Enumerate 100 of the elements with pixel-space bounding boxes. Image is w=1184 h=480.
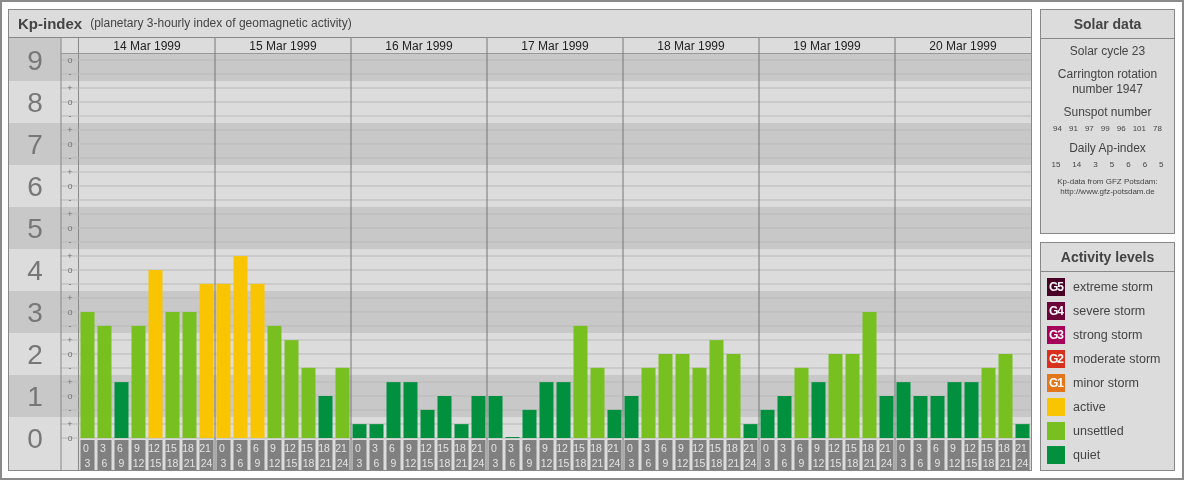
time-slot-label: 12 15 (692, 439, 707, 470)
time-slot-label: 21 24 (1015, 439, 1030, 470)
level-label: active (1073, 400, 1106, 414)
time-slot-label: 15 18 (981, 439, 996, 470)
sublevel-label: - (68, 110, 72, 121)
solar-cycle: Solar cycle 23 (1069, 44, 1146, 59)
time-slot-label: 0 3 (624, 439, 639, 470)
level-swatch: G4 (1047, 302, 1065, 320)
x-tick-label: 6 9 (253, 441, 261, 469)
time-slot-label: 12 15 (420, 439, 435, 470)
sublevel-label: + (67, 82, 73, 93)
sublevel-label: - (68, 152, 72, 163)
sublevel-label: o (67, 306, 73, 317)
ap-value: 6 (1142, 160, 1148, 169)
time-slot-label: 0 3 (216, 439, 231, 470)
sublevel-label: o (67, 96, 73, 107)
sublevel-label: - (68, 278, 72, 289)
time-slot-label: 0 3 (896, 439, 911, 470)
sublevel-label: + (67, 124, 73, 135)
sublevel-label: - (68, 404, 72, 415)
time-slot-label: 18 21 (590, 439, 605, 470)
x-tick-label: 0 3 (491, 441, 499, 469)
time-slot-label: 21 24 (743, 439, 758, 470)
time-slot-label: 9 12 (539, 439, 554, 470)
panel-heading: Activity levels (1041, 243, 1174, 272)
time-slot-label: 6 9 (794, 439, 809, 470)
credit-text: http://www.gfz-potsdam.de (1059, 187, 1156, 197)
credit-text: Kp-data from GFZ Potsdam: (1057, 177, 1158, 187)
sunspot-value: 78 (1153, 124, 1162, 133)
x-tick-label: 3 6 (644, 441, 652, 469)
date-label: 19 Mar 1999 (793, 38, 861, 53)
level-swatch: G3 (1047, 326, 1065, 344)
sublevel-label: o (67, 222, 73, 233)
sublevel-label: o (67, 432, 73, 443)
sunspot-value: 101 (1132, 124, 1146, 133)
time-slot-label: 21 24 (879, 439, 894, 470)
time-slot-label: 3 6 (641, 439, 656, 470)
time-slot-label: 6 9 (658, 439, 673, 470)
time-slot-label: 3 6 (233, 439, 248, 470)
sublevel-label: + (67, 334, 73, 345)
kp-level-label: 0 (27, 422, 43, 454)
sublevel-label: + (67, 292, 73, 303)
sublevel-label: o (67, 180, 73, 191)
time-slot-label: 21 24 (607, 439, 622, 470)
time-slot-label: 15 18 (301, 439, 316, 470)
sunspot-value: 99 (1100, 124, 1110, 133)
kp-level-label: 2 (27, 338, 43, 370)
level-label: moderate storm (1073, 352, 1161, 366)
date-label: 17 Mar 1999 (521, 38, 589, 53)
ap-heading: Daily Ap-index (1069, 141, 1146, 156)
time-slot-label: 18 21 (318, 439, 333, 470)
time-slot-label: 18 21 (454, 439, 469, 470)
panel-heading: Solar data (1041, 10, 1174, 39)
date-label: 20 Mar 1999 (929, 38, 997, 53)
sublevel-label: - (68, 68, 72, 79)
date-label: 14 Mar 1999 (113, 38, 181, 53)
time-slot-label: 9 12 (811, 439, 826, 470)
time-slot-label: 9 12 (947, 439, 962, 470)
level-swatch: G2 (1047, 350, 1065, 368)
kp-level-label: 5 (27, 212, 43, 244)
level-swatch: G1 (1047, 374, 1065, 392)
panel-title: Kp-index (18, 14, 83, 32)
time-slot-label: 18 21 (726, 439, 741, 470)
kp-level-label: 3 (27, 296, 43, 328)
time-slot-label: 12 15 (148, 439, 163, 470)
time-slot-label: 15 18 (165, 439, 180, 470)
time-slot-label: 9 12 (267, 439, 282, 470)
level-label: unsettled (1073, 424, 1124, 438)
time-slot-label: 9 12 (675, 439, 690, 470)
time-slot-label: 6 9 (250, 439, 265, 470)
time-slot-label: 3 6 (913, 439, 928, 470)
panel-subtitle: (planetary 3-hourly index of geomagnetic activity) (90, 16, 352, 31)
time-slot-label: 12 15 (556, 439, 571, 470)
kp-level-label: 8 (27, 86, 43, 118)
sunspot-value: 96 (1116, 124, 1126, 133)
x-tick-label: 6 9 (117, 441, 125, 469)
sunspot-heading: Sunspot number (1063, 105, 1152, 120)
sublevel-label: + (67, 208, 73, 219)
sublevel-label: - (68, 194, 72, 205)
sublevel-label: + (67, 376, 73, 387)
ap-value: 6 (1126, 160, 1131, 169)
x-tick-label: 3 6 (508, 441, 516, 469)
x-tick-label: 0 3 (83, 441, 91, 469)
time-slot-label: 6 9 (114, 439, 129, 470)
sunspot-value: 91 (1069, 124, 1078, 133)
sublevel-label: - (68, 362, 72, 373)
ap-value: 14 (1072, 160, 1082, 169)
time-slot-label: 15 18 (573, 439, 588, 470)
time-slot-label: 3 6 (505, 439, 520, 470)
level-label: strong storm (1073, 328, 1143, 342)
x-tick-label: 3 6 (100, 441, 108, 469)
time-slot-label: 9 12 (403, 439, 418, 470)
x-tick-label: 0 3 (627, 441, 635, 469)
x-tick-label: 6 9 (661, 441, 669, 469)
sublevel-label: + (67, 250, 73, 261)
x-tick-label: 6 9 (933, 441, 941, 469)
sublevel-label: o (67, 138, 73, 149)
time-slot-label: 3 6 (777, 439, 792, 470)
x-tick-label: 6 9 (389, 441, 397, 469)
time-slot-label: 18 21 (998, 439, 1013, 470)
